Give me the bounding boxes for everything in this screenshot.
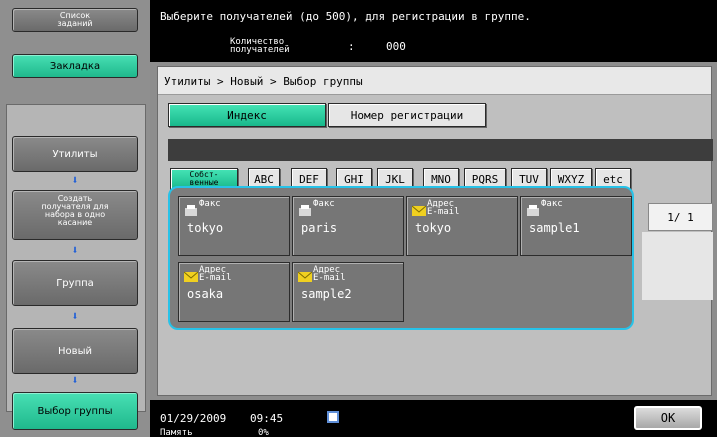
search-display-bar [168, 139, 713, 161]
email-icon [183, 268, 199, 282]
job-list-button[interactable]: Список заданий [12, 8, 138, 32]
recipient-count-label: Количество получателей [230, 37, 290, 55]
destination-type: Факс [199, 199, 221, 209]
status-bar: 01/29/2009 09:45 Память 0% OK [150, 400, 717, 438]
destination-button[interactable]: Адрес E-mail sample2 [292, 262, 404, 322]
destination-name: sample2 [301, 287, 352, 301]
tab-bar: Индекс Номер регистрации [158, 95, 711, 133]
down-arrow-icon: ⬇ [71, 173, 79, 187]
destination-name: sample1 [529, 221, 580, 235]
create-onetouch-destination-button[interactable]: Создать получателя для набора в одно кас… [12, 190, 138, 240]
recipient-count-value: 000 [386, 40, 406, 53]
breadcrumb: Утилиты > Новый > Выбор группы [158, 67, 711, 95]
instruction-message: Выберите получателей (до 500), для регис… [160, 10, 531, 23]
fax-icon [526, 202, 540, 216]
tab-index[interactable]: Индекс [168, 103, 326, 127]
down-arrow-icon: ⬇ [71, 373, 79, 387]
destination-type: Факс [313, 199, 335, 209]
destination-type: Адрес E-mail [199, 265, 232, 283]
destination-type: Адрес E-mail [427, 199, 460, 217]
fax-icon [184, 202, 198, 216]
ok-button[interactable]: OK [634, 406, 702, 430]
destination-name: tokyo [187, 221, 224, 235]
destination-button[interactable]: Адрес E-mail tokyo [406, 196, 518, 256]
group-button[interactable]: Группа [12, 260, 138, 306]
email-icon [411, 202, 427, 216]
left-sidebar: Список заданий Закладка Утилиты ⬇ Создат… [0, 0, 150, 437]
utilities-button[interactable]: Утилиты [12, 136, 138, 172]
destination-type: Адрес E-mail [313, 265, 346, 283]
destination-name: tokyo [415, 221, 452, 235]
fax-icon [298, 202, 312, 216]
tab-registration-number[interactable]: Номер регистрации [328, 103, 486, 127]
down-arrow-icon: ⬇ [71, 243, 79, 257]
down-arrow-icon: ⬇ [71, 309, 79, 323]
destination-name: paris [301, 221, 338, 235]
destination-button[interactable]: Факс paris [292, 196, 404, 256]
new-button[interactable]: Новый [12, 328, 138, 374]
destination-button[interactable]: Адрес E-mail osaka [178, 262, 290, 322]
destination-button[interactable]: Факс tokyo [178, 196, 290, 256]
status-date: 01/29/2009 [160, 412, 227, 425]
status-time: 09:45 [250, 412, 284, 425]
toner-icon [326, 410, 340, 424]
destination-button[interactable]: Факс sample1 [520, 196, 632, 256]
message-bar: Выберите получателей (до 500), для регис… [150, 0, 717, 62]
recipient-count-separator: : [348, 40, 355, 53]
scroll-area [642, 232, 713, 300]
destination-type: Факс [541, 199, 563, 209]
select-group-button[interactable]: Выбор группы [12, 392, 138, 430]
email-icon [297, 268, 313, 282]
main-panel: Утилиты > Новый > Выбор группы Индекс Но… [150, 62, 717, 400]
page-indicator: 1/ 1 [648, 203, 713, 231]
destination-name: osaka [187, 287, 224, 301]
destination-list: Факс tokyo Факс paris Адрес E-mail tokyo [168, 186, 634, 330]
bookmark-button[interactable]: Закладка [12, 54, 138, 78]
selection-panel: Утилиты > Новый > Выбор группы Индекс Но… [157, 66, 713, 396]
